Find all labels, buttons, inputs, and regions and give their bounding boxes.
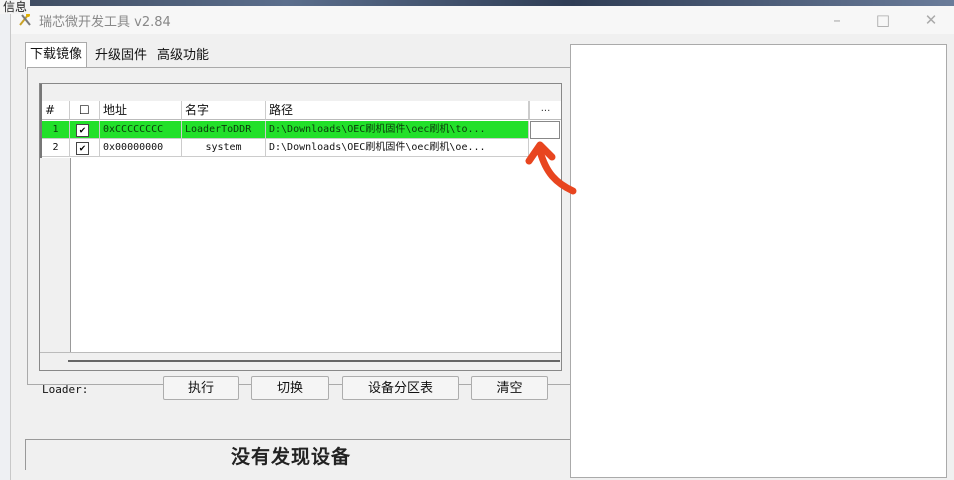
row-num: 2 bbox=[42, 139, 70, 157]
header-path[interactable]: 路径 bbox=[266, 101, 529, 120]
loader-label: Loader: bbox=[42, 383, 89, 396]
header-num: # bbox=[42, 101, 70, 120]
app-window: 瑞芯微开发工具 v2.84 – □ ✕ 下载镜像 升级固件 高级功能 # ☐ 地… bbox=[10, 6, 954, 480]
partition-table-button[interactable]: 设备分区表 bbox=[342, 376, 459, 400]
close-icon[interactable]: ✕ bbox=[911, 8, 951, 32]
header-name[interactable]: 名字 bbox=[182, 101, 266, 120]
execute-button[interactable]: 执行 bbox=[163, 376, 239, 400]
row-checkbox[interactable]: ✔ bbox=[70, 139, 100, 157]
annotation-arrow-icon bbox=[525, 141, 577, 195]
header-check[interactable]: ☐ bbox=[70, 101, 100, 120]
switch-button[interactable]: 切换 bbox=[251, 376, 329, 400]
header-address[interactable]: 地址 bbox=[100, 101, 182, 120]
title-bar[interactable]: 瑞芯微开发工具 v2.84 – □ ✕ bbox=[11, 6, 954, 34]
checkbox-icon[interactable]: ✔ bbox=[76, 142, 89, 155]
minimize-icon[interactable]: – bbox=[817, 8, 857, 32]
app-icon bbox=[19, 13, 31, 26]
row-num: 1 bbox=[42, 121, 70, 139]
status-bar: 没有发现设备 bbox=[25, 439, 575, 470]
device-status: 没有发现设备 bbox=[231, 446, 352, 468]
corner-label: 信息 bbox=[0, 0, 31, 14]
tab-advanced-functions[interactable]: 高级功能 bbox=[153, 44, 213, 68]
row-header-column bbox=[40, 158, 71, 369]
row-name[interactable]: system bbox=[182, 139, 266, 157]
window-title: 瑞芯微开发工具 v2.84 bbox=[39, 15, 171, 30]
header-more[interactable]: ... bbox=[529, 101, 561, 120]
log-panel[interactable] bbox=[570, 44, 947, 478]
tab-upgrade-firmware[interactable]: 升级固件 bbox=[91, 44, 151, 68]
clear-button[interactable]: 清空 bbox=[471, 376, 548, 400]
tab-download-image[interactable]: 下载镜像 bbox=[25, 42, 88, 69]
row-path[interactable]: D:\Downloads\OEC刷机固件\oec刷机\oe... bbox=[266, 139, 529, 157]
table-top-bar bbox=[40, 84, 561, 102]
horizontal-scrollbar[interactable] bbox=[68, 360, 560, 362]
row-name[interactable]: LoaderToDDR bbox=[182, 121, 266, 139]
row-checkbox[interactable]: ✔ bbox=[70, 121, 100, 139]
row-path[interactable]: D:\Downloads\OEC刷机固件\oec刷机\to... bbox=[266, 121, 529, 139]
checkbox-icon[interactable]: ✔ bbox=[76, 124, 89, 137]
row-address[interactable]: 0x00000000 bbox=[100, 139, 182, 157]
maximize-icon[interactable]: □ bbox=[863, 8, 903, 32]
row-address[interactable]: 0xCCCCCCCC bbox=[100, 121, 182, 139]
image-table: # ☐ 地址 名字 路径 ... 1 ✔ 0xCCCCCCCC LoaderTo… bbox=[39, 83, 562, 371]
